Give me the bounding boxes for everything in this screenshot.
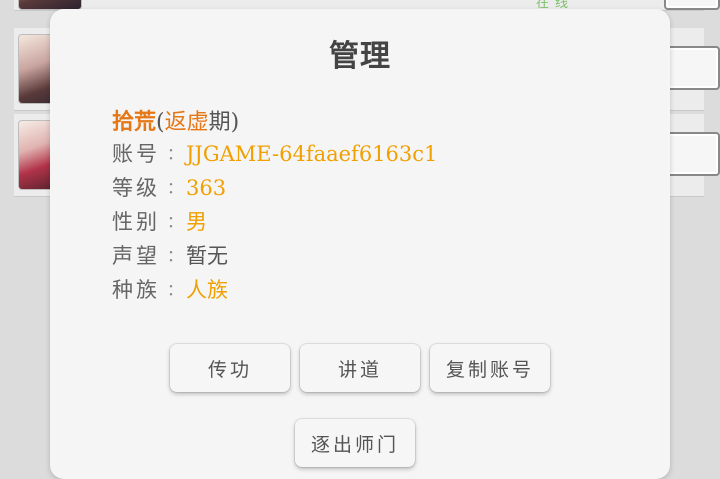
player-name-line: 拾荒(返虚期) [112, 107, 437, 137]
manage-dialog: 管理 拾荒(返虚期) 账号 ： JJGAME-64faaef6163c1 等级 … [50, 9, 670, 479]
list-action-button[interactable] [664, 132, 720, 176]
field-label: 性别 [112, 210, 160, 234]
field-colon: ： [166, 246, 183, 265]
field-colon: ： [166, 212, 183, 231]
dialog-title: 管理 [329, 39, 391, 74]
transfer-skill-button[interactable]: 传功 [170, 344, 290, 392]
field-colon: ： [166, 144, 183, 163]
player-realm: 返虚 [164, 110, 209, 135]
field-label: 等级 [112, 176, 160, 200]
paren-open: ( [156, 110, 165, 135]
field-label: 账号 [112, 142, 160, 166]
list-action-button[interactable] [664, 46, 720, 90]
field-colon: ： [166, 178, 183, 197]
field-label: 种族 [112, 278, 160, 302]
paren-close: ) [230, 110, 240, 135]
expel-button[interactable]: 逐出师门 [295, 419, 415, 467]
race-value: 人族 [186, 278, 228, 302]
field-race: 种族 ： 人族 [112, 273, 437, 307]
account-value: JJGAME-64faaef6163c1 [186, 142, 438, 166]
copy-account-button[interactable]: 复制账号 [430, 344, 550, 392]
field-level: 等级 ： 363 [112, 171, 437, 205]
player-info: 拾荒(返虚期) 账号 ： JJGAME-64faaef6163c1 等级 ： 3… [112, 107, 437, 307]
level-value: 363 [186, 176, 227, 200]
gender-value: 男 [186, 210, 207, 234]
field-account: 账号 ： JJGAME-64faaef6163c1 [112, 137, 437, 171]
field-gender: 性别 ： 男 [112, 205, 437, 239]
preach-button[interactable]: 讲道 [300, 344, 420, 392]
player-stage: 期 [208, 110, 231, 135]
field-colon: ： [166, 280, 183, 299]
field-label: 声望 [112, 244, 160, 268]
reputation-value: 暂无 [186, 244, 228, 268]
list-action-button[interactable] [664, 0, 720, 10]
player-name: 拾荒 [112, 109, 157, 135]
field-reputation: 声望 ： 暂无 [112, 239, 437, 273]
